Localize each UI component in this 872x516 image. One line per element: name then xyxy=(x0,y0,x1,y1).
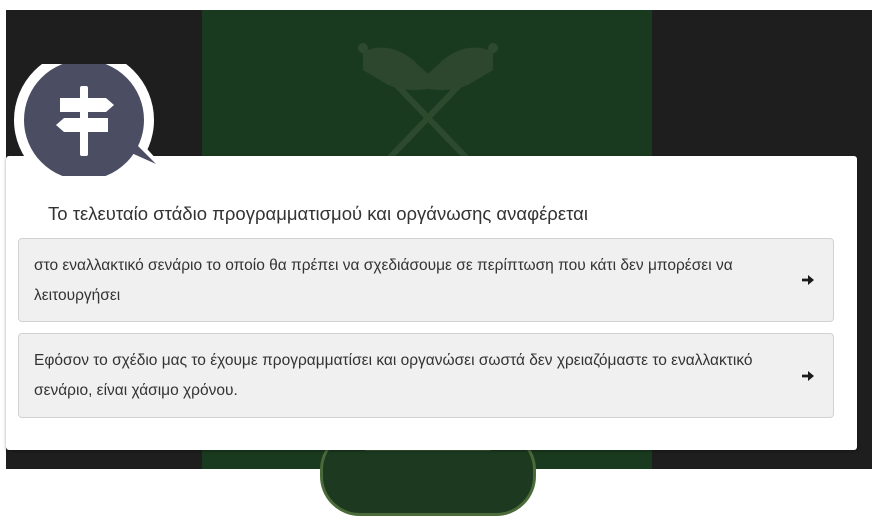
answer-option-2[interactable]: Εφόσον το σχέδιο μας το έχουμε προγραμμα… xyxy=(18,333,834,418)
answer-option-2-text: Εφόσον το σχέδιο μας το έχουμε προγραμμα… xyxy=(34,352,753,399)
signpost-speech-bubble-icon xyxy=(14,64,168,176)
arrow-right-icon xyxy=(802,370,814,381)
crossed-flags-icon xyxy=(358,43,498,170)
quiz-card: Το τελευταίο στάδιο προγραμματισμού και … xyxy=(6,156,857,450)
answer-option-1[interactable]: στο εναλλακτικό σενάριο το οποίο θα πρέπ… xyxy=(18,238,834,322)
question-text: Το τελευταίο στάδιο προγραμματισμού και … xyxy=(48,203,588,224)
arrow-right-icon xyxy=(802,275,814,285)
answer-option-1-text: στο εναλλακτικό σενάριο το οποίο θα πρέπ… xyxy=(34,257,733,304)
